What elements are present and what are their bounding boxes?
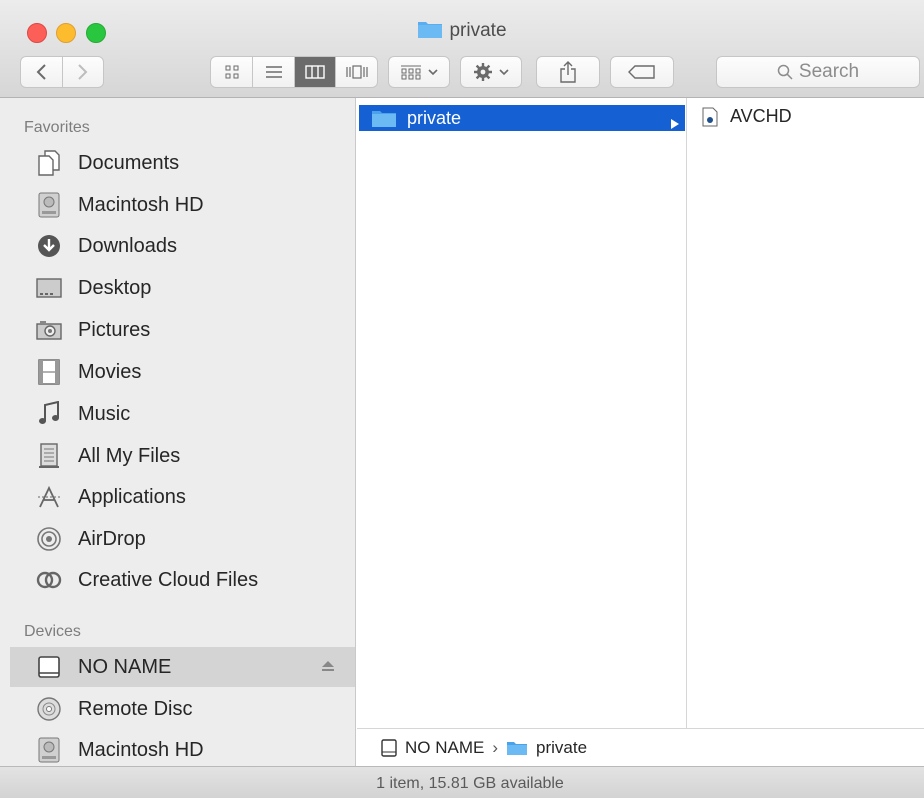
sidebar-item-label: Movies [78, 360, 142, 383]
hard-drive-icon [36, 737, 62, 763]
sidebar-item-no-name[interactable]: NO NAME [10, 647, 355, 687]
path-separator-icon: › [492, 737, 499, 757]
sidebar-item-label: Music [78, 402, 131, 425]
desktop-icon [36, 275, 62, 301]
list-view-button[interactable] [252, 57, 294, 87]
disclosure-arrow-icon [671, 113, 679, 134]
sidebar-item-label: Creative Cloud Files [78, 568, 259, 591]
column-row-private[interactable]: private [359, 105, 685, 131]
path-item-root[interactable]: NO NAME [381, 738, 484, 758]
sidebar-item-macintosh-hd-device[interactable]: Macintosh HD [10, 730, 355, 770]
sidebar-item-applications[interactable]: Applications [10, 477, 355, 517]
sidebar-item-label: NO NAME [78, 655, 172, 678]
path-current-label: private [536, 737, 588, 757]
back-forward-control [20, 56, 104, 88]
status-text: 1 item, 15.81 GB available [376, 775, 564, 792]
finder-window: private Search Favorites Documents Macin… [0, 0, 924, 798]
all-files-icon [36, 443, 62, 469]
drive-icon [381, 738, 397, 757]
window-title-text: private [449, 20, 507, 41]
folder-icon [417, 19, 443, 45]
folder-icon [371, 108, 397, 128]
sidebar-item-label: All My Files [78, 444, 181, 467]
download-icon [36, 233, 62, 259]
path-item-current[interactable]: private [506, 738, 587, 758]
action-menu-button[interactable] [460, 56, 522, 88]
gear-icon [474, 63, 492, 81]
drive-icon [36, 654, 62, 680]
tag-button[interactable] [610, 56, 674, 88]
search-field[interactable]: Search [716, 56, 920, 88]
browser-column-1: private [357, 98, 687, 728]
sidebar-item-label: Remote Disc [78, 697, 193, 720]
sidebar-item-label: AirDrop [78, 527, 146, 550]
forward-button[interactable] [61, 57, 103, 87]
chevron-down-icon [499, 69, 509, 76]
devices-header: Devices [24, 623, 81, 640]
airdrop-icon [36, 526, 62, 552]
sidebar-item-remote-disc[interactable]: Remote Disc [10, 689, 355, 729]
path-bar: NO NAME › private [357, 728, 924, 766]
arrange-menu-button[interactable] [388, 56, 450, 88]
coverflow-view-button[interactable] [335, 57, 377, 87]
sidebar-item-documents[interactable]: Documents [10, 143, 355, 183]
sidebar-item-label: Applications [78, 485, 186, 508]
hard-drive-icon [36, 192, 62, 218]
sidebar-item-pictures[interactable]: Pictures [10, 310, 355, 350]
back-button[interactable] [21, 57, 62, 87]
view-mode-control [210, 56, 378, 88]
icon-view-button[interactable] [211, 57, 252, 87]
chevron-down-icon [428, 69, 438, 76]
disc-icon [36, 696, 62, 722]
sidebar-item-label: Downloads [78, 234, 177, 257]
path-root-label: NO NAME [405, 737, 485, 757]
sidebar-item-downloads[interactable]: Downloads [10, 226, 355, 266]
share-icon [560, 61, 576, 83]
sidebar-item-label: Macintosh HD [78, 738, 204, 761]
music-note-icon [36, 401, 62, 427]
search-icon [777, 64, 793, 80]
tag-icon [628, 65, 655, 79]
eject-icon[interactable] [321, 659, 335, 677]
sidebar-item-music[interactable]: Music [10, 394, 355, 434]
sidebar-item-movies[interactable]: Movies [10, 352, 355, 392]
browser-column-2: AVCHD [688, 98, 924, 728]
column-row-label: AVCHD [730, 106, 792, 126]
titlebar: private Search [0, 0, 924, 98]
sidebar-item-label: Desktop [78, 276, 152, 299]
film-icon [36, 359, 62, 385]
arrange-icon [401, 65, 421, 80]
sidebar-item-desktop[interactable]: Desktop [10, 268, 355, 308]
sidebar-item-label: Macintosh HD [78, 193, 204, 216]
sidebar: Favorites Documents Macintosh HD Downloa… [0, 98, 356, 766]
sidebar-item-airdrop[interactable]: AirDrop [10, 519, 355, 559]
status-bar: 1 item, 15.81 GB available [0, 766, 924, 798]
creative-cloud-icon [36, 567, 62, 593]
sidebar-item-macintosh-hd[interactable]: Macintosh HD [10, 185, 355, 225]
sidebar-item-label: Pictures [78, 318, 151, 341]
applications-icon [36, 484, 62, 510]
column-view-button[interactable] [293, 57, 336, 87]
sidebar-item-all-my-files[interactable]: All My Files [10, 436, 355, 476]
window-title: private [0, 19, 924, 45]
column-row-label: private [407, 107, 462, 128]
camera-icon [36, 317, 62, 343]
document-icon [36, 150, 62, 176]
favorites-header: Favorites [24, 119, 90, 136]
share-button[interactable] [536, 56, 600, 88]
column-row-avchd[interactable]: AVCHD [702, 106, 792, 127]
document-icon [702, 107, 718, 127]
sidebar-item-creative-cloud-files[interactable]: Creative Cloud Files [10, 560, 355, 600]
folder-icon [506, 740, 528, 756]
search-placeholder: Search [798, 61, 860, 82]
sidebar-item-label: Documents [78, 151, 180, 174]
